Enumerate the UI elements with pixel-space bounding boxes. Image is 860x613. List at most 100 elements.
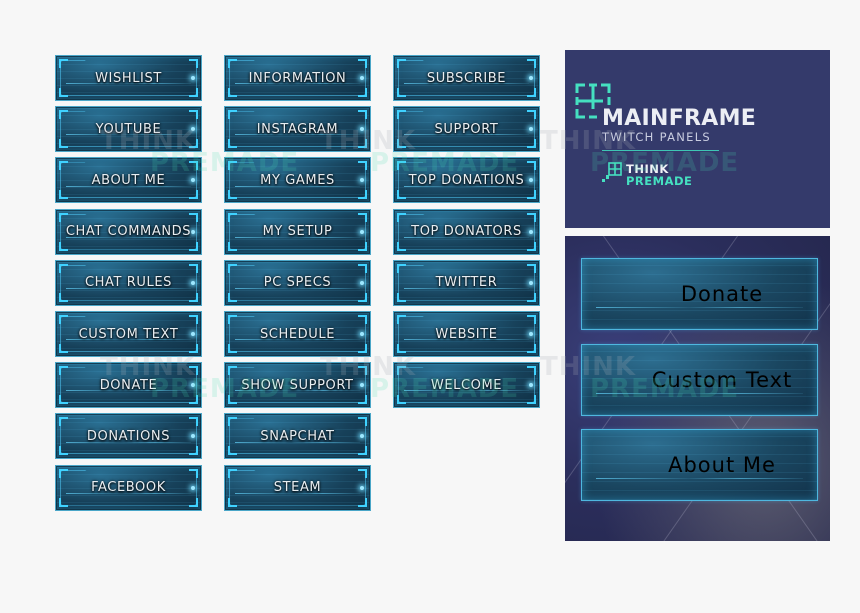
panel-label: About Me	[91, 172, 166, 188]
corner-bracket-icon	[59, 366, 68, 376]
corner-bracket-icon	[527, 161, 536, 171]
panel-about-me[interactable]: About Me	[55, 157, 202, 204]
corner-bracket-icon	[189, 190, 198, 200]
panel-website[interactable]: Website	[393, 311, 540, 357]
preview-panel-custom-text[interactable]: Custom Text	[581, 344, 818, 416]
corner-bracket-icon	[358, 366, 367, 376]
panel-steam[interactable]: Steam	[224, 464, 371, 511]
corner-bracket-icon	[527, 212, 536, 222]
panel-label: Donate	[99, 377, 158, 393]
corner-bracket-icon	[59, 344, 68, 353]
corner-bracket-icon	[358, 59, 367, 68]
corner-bracket-icon	[643, 460, 653, 470]
panel-schedule[interactable]: Schedule	[224, 311, 371, 357]
corner-bracket-icon	[189, 241, 198, 251]
panel-top-donations[interactable]: Top Donations	[393, 157, 540, 204]
corner-bracket-icon	[59, 59, 68, 68]
corner-bracket-icon	[358, 110, 367, 120]
corner-bracket-icon	[189, 497, 198, 507]
panel-label: Information	[248, 70, 347, 86]
glow-dot-icon	[360, 178, 364, 183]
corner-bracket-icon	[666, 289, 676, 299]
corner-bracket-icon	[189, 395, 198, 405]
glow-dot-icon	[529, 76, 533, 80]
preview-panel-about-me[interactable]: About Me	[581, 429, 818, 501]
panel-wishlist[interactable]: Wishlist	[55, 55, 202, 101]
corner-bracket-icon	[189, 446, 198, 456]
panel-donate[interactable]: Donate	[55, 362, 202, 409]
corner-bracket-icon	[189, 344, 198, 353]
corner-bracket-icon	[397, 59, 406, 68]
corner-bracket-icon	[637, 375, 647, 385]
panel-label: Welcome	[430, 377, 503, 393]
panel-my-setup[interactable]: My Setup	[224, 208, 371, 255]
corner-bracket-icon	[59, 161, 68, 171]
corner-bracket-icon	[228, 417, 237, 427]
panel-label: Chat Rules	[84, 275, 173, 291]
corner-bracket-icon	[189, 315, 198, 324]
corner-bracket-icon	[358, 417, 367, 427]
corner-bracket-icon	[397, 292, 406, 302]
panel-facebook[interactable]: Facebook	[55, 464, 202, 511]
corner-bracket-icon	[527, 292, 536, 302]
panel-donations[interactable]: Donations	[55, 413, 202, 460]
corner-bracket-icon	[623, 460, 633, 470]
corner-bracket-icon	[527, 241, 536, 251]
panel-welcome[interactable]: Welcome	[393, 362, 540, 409]
glow-dot-icon	[191, 383, 195, 388]
panel-support[interactable]: Support	[393, 106, 540, 153]
glow-dot-icon	[529, 178, 533, 183]
panel-label: Subscribe	[426, 70, 507, 86]
corner-bracket-icon	[358, 497, 367, 507]
panel-my-games[interactable]: My Games	[224, 157, 371, 204]
glow-dot-icon	[191, 485, 195, 490]
corner-bracket-icon	[397, 161, 406, 171]
glow-dot-icon	[191, 332, 195, 336]
glow-dot-icon	[360, 434, 364, 439]
panel-instagram[interactable]: Instagram	[224, 106, 371, 153]
panel-label: Custom Text	[651, 368, 793, 392]
corner-bracket-icon	[397, 241, 406, 251]
panel-custom-text[interactable]: Custom Text	[55, 311, 202, 357]
panel-youtube[interactable]: YouTube	[55, 106, 202, 153]
corner-bracket-icon	[228, 241, 237, 251]
preview-panel-donate[interactable]: Donate	[581, 258, 818, 330]
panel-pc-specs[interactable]: PC Specs	[224, 259, 371, 306]
glow-dot-icon	[529, 332, 533, 336]
corner-bracket-icon	[527, 59, 536, 68]
corner-bracket-icon	[527, 395, 536, 405]
panel-subscribe[interactable]: Subscribe	[393, 55, 540, 101]
corner-bracket-icon	[656, 289, 666, 299]
panel-snapchat[interactable]: Snapchat	[224, 413, 371, 460]
corner-bracket-icon	[228, 292, 237, 302]
panel-label: Steam	[273, 480, 322, 496]
corner-bracket-icon	[59, 395, 68, 405]
corner-bracket-icon	[228, 315, 237, 324]
corner-bracket-icon	[189, 59, 198, 68]
corner-bracket-icon	[228, 59, 237, 68]
panel-twitter[interactable]: Twitter	[393, 259, 540, 306]
corner-bracket-icon	[59, 497, 68, 507]
panel-label: My Setup	[262, 224, 333, 240]
corner-bracket-icon	[397, 190, 406, 200]
corner-bracket-icon	[189, 468, 198, 478]
panel-label: Show Support	[241, 377, 354, 393]
corner-bracket-icon	[59, 468, 68, 478]
corner-bracket-icon	[189, 366, 198, 376]
logo-card: MAINFRAME TWITCH PANELS THINK PREMADE	[565, 50, 830, 228]
corner-bracket-icon	[397, 315, 406, 324]
panel-chat-commands[interactable]: Chat Commands	[55, 208, 202, 255]
corner-bracket-icon	[189, 110, 198, 120]
panel-show-support[interactable]: Show Support	[224, 362, 371, 409]
corner-bracket-icon	[358, 468, 367, 478]
panel-chat-rules[interactable]: Chat Rules	[55, 259, 202, 306]
panel-label: Snapchat	[260, 428, 335, 444]
corner-bracket-icon	[228, 110, 237, 120]
corner-bracket-icon	[358, 446, 367, 456]
glow-dot-icon	[191, 280, 195, 285]
panel-information[interactable]: Information	[224, 55, 371, 101]
panel-top-donators[interactable]: Top Donators	[393, 208, 540, 255]
panel-label: Donate	[680, 282, 764, 306]
logo-title: MAINFRAME	[602, 106, 757, 131]
corner-bracket-icon	[59, 292, 68, 302]
